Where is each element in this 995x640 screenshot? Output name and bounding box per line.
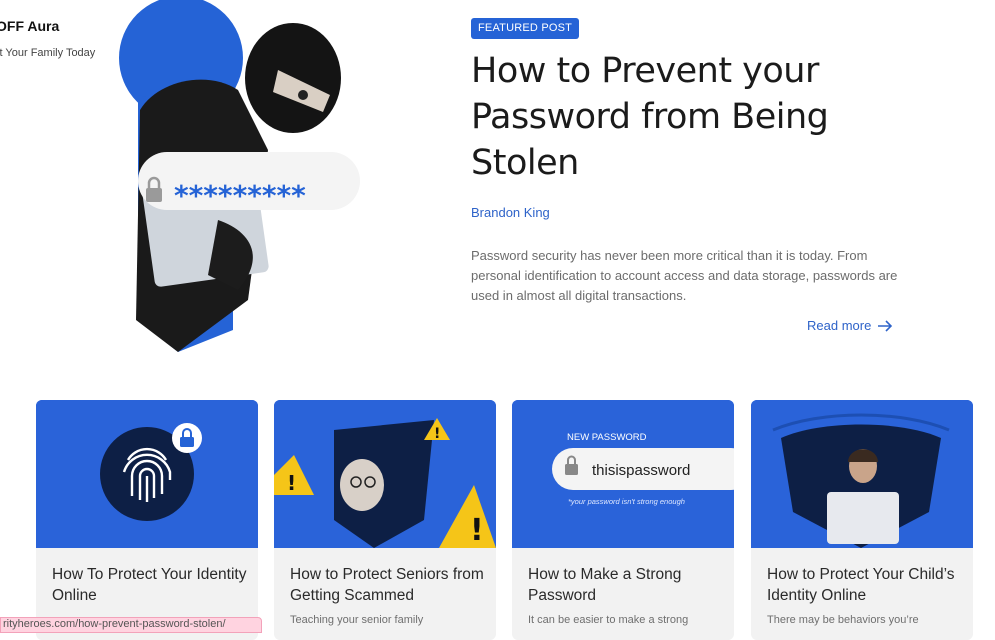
article-card[interactable]: NEW PASSWORD thisispassword *your passwo… bbox=[512, 400, 734, 640]
password-field-icon: NEW PASSWORD thisispassword *your passwo… bbox=[512, 400, 734, 548]
svg-text:!: ! bbox=[470, 513, 484, 548]
featured-post-excerpt: Password security has never been more cr… bbox=[471, 248, 898, 303]
card-title: How To Protect Your Identity Online bbox=[52, 566, 247, 604]
card-excerpt: It can be easier to make a strong bbox=[528, 614, 689, 626]
featured-post-badge: FEATURED POST bbox=[471, 18, 580, 39]
read-more-label: Read more bbox=[807, 318, 872, 333]
card-title: How to Make a Strong Password bbox=[528, 566, 682, 604]
new-password-label: NEW PASSWORD bbox=[567, 432, 647, 443]
promo-subtitle: ct Your Family Today bbox=[0, 47, 96, 59]
card-excerpt: Teaching your senior family bbox=[290, 614, 424, 626]
hero-illustration: ********* bbox=[119, 0, 360, 352]
read-more-link[interactable]: Read more bbox=[807, 318, 893, 333]
card-title: How to Protect Your Child’s Identity Onl… bbox=[767, 566, 955, 604]
svg-text:!: ! bbox=[287, 471, 296, 495]
post-author-link[interactable]: Brandon King bbox=[471, 205, 550, 220]
warning-signs-icon: ! ! ! bbox=[274, 400, 496, 548]
featured-post-title[interactable]: How to Prevent your Password from Being … bbox=[471, 48, 911, 186]
article-card[interactable]: How To Protect Your Identity Online bbox=[36, 400, 258, 640]
card-excerpt: There may be behaviors you’re bbox=[767, 614, 919, 626]
password-value: thisispassword bbox=[592, 462, 690, 479]
article-card[interactable]: How to Protect Your Child’s Identity Onl… bbox=[751, 400, 973, 640]
card-title: How to Protect Seniors from Getting Scam… bbox=[290, 566, 484, 604]
arrow-right-icon bbox=[878, 319, 893, 332]
password-mask-text: ********* bbox=[174, 179, 306, 212]
password-hint: *your password isn't strong enough bbox=[568, 497, 685, 506]
fingerprint-lock-icon bbox=[36, 400, 258, 548]
promo-title[interactable]: OFF Aura bbox=[0, 18, 59, 34]
status-url-bar: rityheroes.com/how-prevent-password-stol… bbox=[0, 617, 262, 633]
svg-text:!: ! bbox=[434, 426, 440, 442]
child-laptop-icon bbox=[751, 400, 973, 548]
article-card[interactable]: ! ! ! How to Protect Seniors from Gettin… bbox=[274, 400, 496, 640]
